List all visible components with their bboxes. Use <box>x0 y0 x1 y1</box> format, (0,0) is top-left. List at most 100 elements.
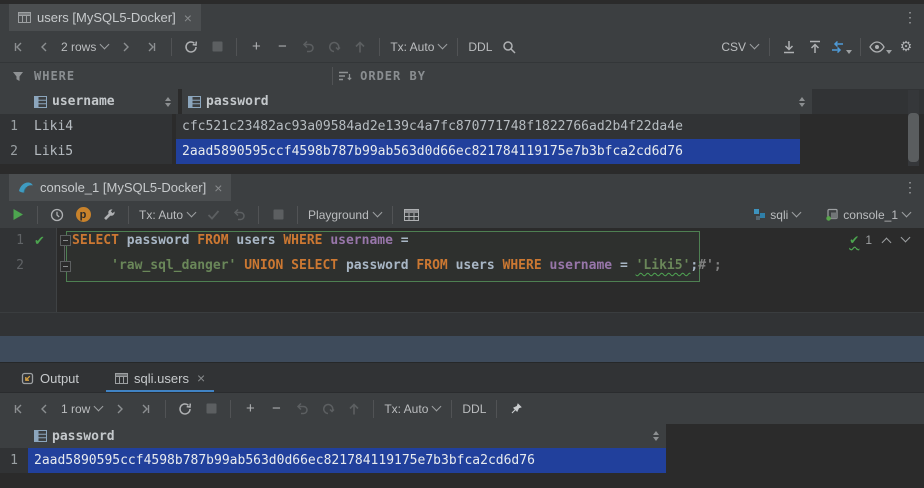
previous-page-button[interactable] <box>32 36 56 58</box>
next-page-button[interactable] <box>108 398 132 420</box>
code-line-1: SELECT password FROM users WHERE usernam… <box>72 228 722 253</box>
ddl-button[interactable]: DDL <box>465 40 495 54</box>
settings-gear-icon[interactable]: ⚙ <box>894 36 918 58</box>
column-icon <box>34 430 47 442</box>
cell-password-selected[interactable]: 2aad5890595ccf4598b787b99ab563d0d66ec821… <box>176 139 800 164</box>
cell-password-selected[interactable]: 2aad5890595ccf4598b787b99ab563d0d66ec821… <box>28 448 666 473</box>
search-icon[interactable] <box>497 36 521 58</box>
commit-icon[interactable] <box>201 204 225 226</box>
users-tab-bar: users [MySQL5-Docker] × ⋮ <box>0 4 924 31</box>
chevron-down-icon <box>187 208 197 218</box>
pin-tab-icon[interactable] <box>504 398 528 420</box>
fold-handle-icon[interactable] <box>60 235 71 246</box>
submit-icon[interactable] <box>348 36 372 58</box>
stop-icon[interactable] <box>199 398 223 420</box>
export-data-icon[interactable] <box>777 36 801 58</box>
divider <box>379 38 380 56</box>
tabbar-pad <box>0 174 9 201</box>
column-header-password[interactable]: password <box>182 89 812 114</box>
scrollbar-thumb[interactable] <box>908 113 919 162</box>
import-data-icon[interactable] <box>803 36 827 58</box>
divider <box>165 400 166 418</box>
row-number[interactable]: 1 <box>0 114 28 139</box>
first-page-button[interactable] <box>6 36 30 58</box>
order-by-input[interactable]: ORDER BY <box>360 69 426 83</box>
cell-password[interactable]: cfc521c23482ac93a09584ad2e139c4a7fc87077… <box>176 114 800 139</box>
tab-output[interactable]: Output <box>12 363 88 393</box>
run-button[interactable] <box>6 204 30 226</box>
playground-mode-dropdown[interactable]: Playground <box>305 208 385 222</box>
revert-selected-icon[interactable] <box>322 36 346 58</box>
tab-console[interactable]: console_1 [MySQL5-Docker] × <box>9 174 231 201</box>
divider <box>496 400 497 418</box>
more-options-icon[interactable]: ⋮ <box>900 9 920 26</box>
in-editor-results-icon[interactable] <box>400 204 424 226</box>
tab-result-grid[interactable]: sqli.users × <box>106 363 214 393</box>
stop-icon[interactable] <box>266 204 290 226</box>
row-count-dropdown[interactable]: 2 rows <box>58 40 112 54</box>
reload-icon[interactable] <box>179 36 203 58</box>
ddl-button[interactable]: DDL <box>459 402 489 416</box>
previous-problem-icon[interactable] <box>882 237 892 247</box>
chevron-down-icon <box>750 40 760 50</box>
row-number[interactable]: 1 <box>0 448 28 473</box>
sort-toggle-icon[interactable] <box>165 97 171 107</box>
tx-mode-dropdown[interactable]: Tx: Auto <box>387 40 450 54</box>
chevron-down-icon <box>372 208 382 218</box>
view-options-icon[interactable] <box>868 36 892 58</box>
parameters-icon[interactable]: p <box>71 204 95 226</box>
editor-code[interactable]: SELECT password FROM users WHERE usernam… <box>72 228 722 278</box>
revert-icon[interactable] <box>296 36 320 58</box>
schema-switcher[interactable]: sqli <box>750 208 804 222</box>
order-by-icon[interactable] <box>338 71 352 81</box>
history-clock-icon[interactable] <box>45 204 69 226</box>
tx-mode-dropdown[interactable]: Tx: Auto <box>381 402 444 416</box>
divider <box>332 67 333 85</box>
more-options-icon[interactable]: ⋮ <box>900 179 920 196</box>
sort-toggle-icon[interactable] <box>799 97 805 107</box>
tab-users-grid[interactable]: users [MySQL5-Docker] × <box>9 4 201 31</box>
sort-toggle-icon[interactable] <box>653 431 659 441</box>
cell-username[interactable]: Liki4 <box>28 114 172 139</box>
stop-icon[interactable] <box>205 36 229 58</box>
next-page-button[interactable] <box>114 36 138 58</box>
panel-splitter[interactable] <box>0 336 924 362</box>
session-switcher[interactable]: console_1 <box>822 208 914 222</box>
chevron-down-icon <box>846 50 852 54</box>
divider <box>451 400 452 418</box>
close-icon[interactable]: × <box>184 13 192 23</box>
previous-page-button[interactable] <box>32 398 56 420</box>
divider <box>373 400 374 418</box>
revert-selected-icon[interactable] <box>316 398 340 420</box>
last-page-button[interactable] <box>134 398 158 420</box>
reload-icon[interactable] <box>173 398 197 420</box>
settings-wrench-icon[interactable] <box>97 204 121 226</box>
add-row-button[interactable]: + <box>244 36 268 58</box>
export-format-dropdown[interactable]: CSV <box>718 40 762 54</box>
add-row-button[interactable]: + <box>238 398 262 420</box>
row-number-header <box>0 424 28 448</box>
last-page-button[interactable] <box>140 36 164 58</box>
delete-row-button[interactable]: − <box>270 36 294 58</box>
chevron-down-icon <box>902 208 912 218</box>
filter-funnel-icon[interactable] <box>12 71 24 82</box>
revert-icon[interactable] <box>290 398 314 420</box>
column-header-password[interactable]: password <box>28 424 666 448</box>
tx-mode-dropdown[interactable]: Tx: Auto <box>136 208 199 222</box>
first-page-button[interactable] <box>6 398 30 420</box>
delete-row-button[interactable]: − <box>264 398 288 420</box>
close-icon[interactable]: × <box>214 183 222 193</box>
close-icon[interactable]: × <box>197 373 205 383</box>
submit-icon[interactable] <box>342 398 366 420</box>
compare-icon[interactable] <box>829 36 853 58</box>
rollback-icon[interactable] <box>227 204 251 226</box>
row-count-dropdown[interactable]: 1 row <box>58 402 106 416</box>
tab-users-label: users [MySQL5-Docker] <box>37 10 176 25</box>
fold-handle-icon[interactable] <box>60 261 71 272</box>
row-number[interactable]: 2 <box>0 139 28 164</box>
cell-username[interactable]: Liki5 <box>28 139 172 164</box>
column-header-username[interactable]: username <box>28 89 178 114</box>
next-problem-icon[interactable] <box>901 232 911 242</box>
filter-row: WHERE ORDER BY <box>0 63 924 90</box>
where-filter-input[interactable]: WHERE <box>34 69 75 83</box>
